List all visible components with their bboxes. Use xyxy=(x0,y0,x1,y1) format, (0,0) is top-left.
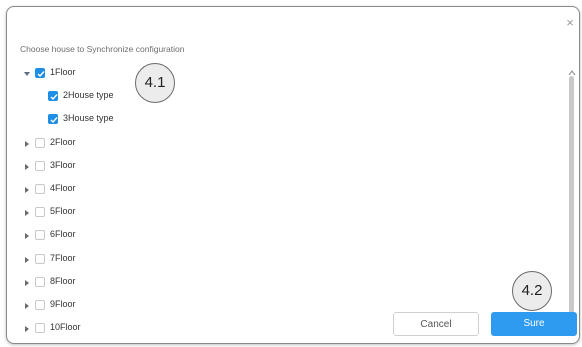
checkbox[interactable] xyxy=(35,323,45,334)
close-icon[interactable]: × xyxy=(563,16,577,30)
caret-right-icon[interactable] xyxy=(22,231,32,241)
caret-right-icon[interactable] xyxy=(22,255,32,265)
tree-row-label: 7Floor xyxy=(50,252,76,263)
step-callout-4-2: 4.2 xyxy=(512,271,552,311)
tree-row-2house-type[interactable]: 2House type xyxy=(7,87,407,107)
tree-row-7floor[interactable]: 7Floor xyxy=(7,250,407,270)
tree-row-1floor[interactable]: 1Floor xyxy=(7,64,407,84)
dialog-prompt: Choose house to Synchronize configuratio… xyxy=(20,44,185,54)
tree-row-9floor[interactable]: 9Floor xyxy=(7,296,407,316)
tree-row-label: 3Floor xyxy=(50,159,76,170)
check-icon xyxy=(50,117,58,124)
caret-right-icon[interactable] xyxy=(22,301,32,311)
tree-row-4floor[interactable]: 4Floor xyxy=(7,180,407,200)
tree-row-label: 9Floor xyxy=(50,299,76,309)
checkbox[interactable] xyxy=(35,230,45,241)
caret-right-icon[interactable] xyxy=(22,208,32,218)
tree-row-3house-type[interactable]: 3House type xyxy=(7,110,407,130)
tree-row-8floor[interactable]: 8Floor xyxy=(7,273,407,293)
checkbox[interactable] xyxy=(35,137,45,148)
check-icon xyxy=(50,94,58,101)
caret-right-icon[interactable] xyxy=(22,278,32,288)
tree-row-label: 2House type xyxy=(63,90,114,101)
tree-row-label: 3House type xyxy=(63,113,114,124)
tree-row-5floor[interactable]: 5Floor xyxy=(7,203,407,223)
tree-row-label: 1Floor xyxy=(50,67,76,77)
tree-row-label: 8Floor xyxy=(50,275,76,286)
caret-down-icon[interactable] xyxy=(22,69,32,79)
checkbox[interactable] xyxy=(35,276,45,287)
sure-button[interactable]: Sure xyxy=(491,312,577,336)
checkbox[interactable] xyxy=(35,300,45,310)
caret-right-icon[interactable] xyxy=(22,139,32,149)
sync-configuration-dialog: × Choose house to Synchronize configurat… xyxy=(6,6,580,344)
checkbox[interactable] xyxy=(48,114,58,125)
tree-row-2floor[interactable]: 2Floor xyxy=(7,134,407,154)
checkbox[interactable] xyxy=(35,160,45,171)
tree-row-label: 10Floor xyxy=(50,322,81,333)
house-tree: 1Floor 2House type 3House type 2Floor 3Floor… xyxy=(7,64,567,343)
checkbox[interactable] xyxy=(35,253,45,264)
caret-right-icon[interactable] xyxy=(22,185,32,195)
checkbox[interactable] xyxy=(48,91,58,102)
tree-row-label: 2Floor xyxy=(50,136,76,147)
scroll-up-icon[interactable] xyxy=(568,64,576,76)
checkbox[interactable] xyxy=(35,207,45,218)
caret-right-icon[interactable] xyxy=(22,324,32,334)
scrollbar-thumb[interactable] xyxy=(569,76,574,314)
tree-row-label: 6Floor xyxy=(50,229,76,240)
check-icon xyxy=(37,71,45,78)
tree-row-label: 4Floor xyxy=(50,183,76,193)
cancel-button[interactable]: Cancel xyxy=(393,312,479,336)
tree-row-10floor[interactable]: 10Floor xyxy=(7,319,407,339)
step-callout-4-1: 4.1 xyxy=(135,63,175,103)
checkbox[interactable] xyxy=(35,68,45,78)
tree-row-3floor[interactable]: 3Floor xyxy=(7,157,407,177)
tree-scrollbar[interactable] xyxy=(567,64,577,330)
checkbox[interactable] xyxy=(35,184,45,194)
caret-right-icon[interactable] xyxy=(22,162,32,172)
tree-row-label: 5Floor xyxy=(50,206,76,217)
tree-row-6floor[interactable]: 6Floor xyxy=(7,226,407,246)
